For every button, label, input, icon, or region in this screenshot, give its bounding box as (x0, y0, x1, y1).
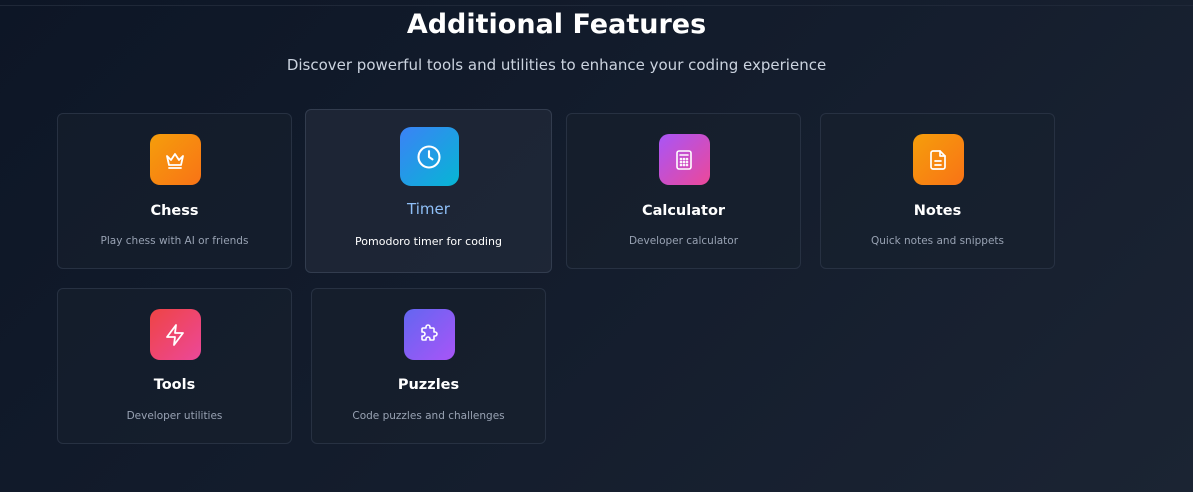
feature-description: Code puzzles and challenges (352, 410, 505, 422)
notes-icon-tile (912, 134, 964, 185)
feature-card-chess[interactable]: Chess Play chess with AI or friends (57, 113, 292, 269)
feature-title: Notes (913, 203, 962, 219)
clock-icon (417, 144, 441, 169)
section-subtitle: Discover powerful tools and utilities to… (286, 56, 827, 74)
feature-description: Quick notes and snippets (870, 235, 1004, 247)
timer-icon-tile (399, 127, 459, 186)
calculator-icon-tile (658, 134, 710, 185)
header-divider (0, 5, 1193, 6)
section-title: Additional Features (406, 9, 707, 40)
feature-description: Developer calculator (628, 235, 739, 247)
feature-title: Tools (153, 377, 196, 393)
document-icon (930, 149, 946, 170)
feature-description: Pomodoro timer for coding (355, 235, 502, 248)
feature-card-tools[interactable]: Tools Developer utilities (57, 288, 292, 444)
feature-card-puzzles[interactable]: Puzzles Code puzzles and challenges (311, 288, 546, 444)
feature-card-timer[interactable]: Timer Pomodoro timer for coding (305, 109, 552, 273)
feature-title: Calculator (641, 203, 726, 219)
feature-description: Play chess with AI or friends (100, 235, 249, 247)
crown-icon (166, 152, 184, 169)
feature-card-notes[interactable]: Notes Quick notes and snippets (820, 113, 1055, 269)
feature-title: Puzzles (397, 377, 460, 393)
chess-icon-tile (149, 134, 201, 185)
feature-card-calculator[interactable]: Calculator Developer calculator (566, 113, 801, 269)
puzzles-icon-tile (403, 309, 455, 360)
feature-description: Developer utilities (126, 410, 223, 422)
feature-title: Timer (407, 200, 450, 218)
lightning-icon (166, 323, 184, 346)
calculator-icon (676, 149, 692, 170)
tools-icon-tile (149, 309, 201, 360)
feature-title: Chess (150, 203, 199, 219)
puzzle-icon (421, 323, 438, 341)
